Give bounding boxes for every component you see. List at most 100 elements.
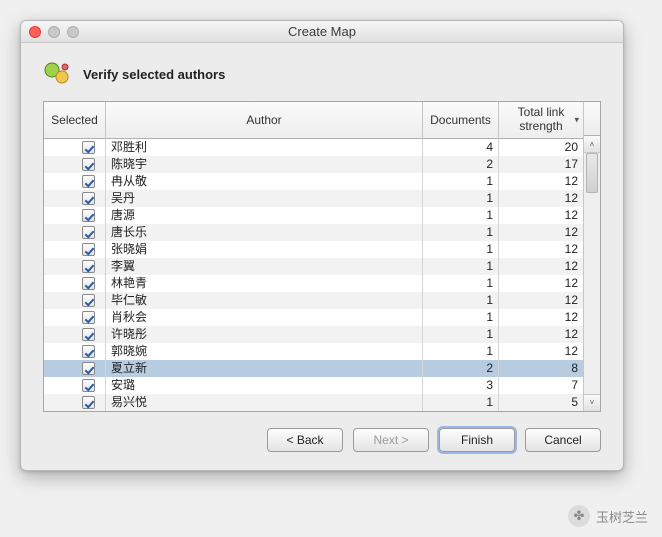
cell-author: 张晓娟: [106, 241, 423, 258]
window-title: Create Map: [21, 24, 623, 39]
table-row[interactable]: 夏立新28: [44, 360, 583, 377]
cell-total-link-strength: 12: [499, 326, 583, 343]
table-row[interactable]: 张晓娟112: [44, 241, 583, 258]
cell-selected: [44, 241, 106, 258]
cell-total-link-strength: 12: [499, 241, 583, 258]
finish-button[interactable]: Finish: [439, 428, 515, 452]
watermark-text: 玉树芝兰: [596, 507, 648, 526]
checkbox[interactable]: [82, 243, 95, 256]
cell-selected: [44, 377, 106, 394]
cell-author: 吴丹: [106, 190, 423, 207]
scrollbar-track[interactable]: [584, 153, 600, 394]
watermark: ✤ 玉树芝兰: [568, 505, 648, 527]
cell-documents: 1: [423, 292, 499, 309]
table-row[interactable]: 吴丹112: [44, 190, 583, 207]
cell-author: 李翼: [106, 258, 423, 275]
step-heading: Verify selected authors: [43, 57, 601, 101]
table-row[interactable]: 林艳青112: [44, 275, 583, 292]
checkbox[interactable]: [82, 260, 95, 273]
table-row[interactable]: 郭晓婉112: [44, 343, 583, 360]
cell-author: 易兴悦: [106, 394, 423, 411]
table-row[interactable]: 冉从敬112: [44, 173, 583, 190]
cell-author: 冉从敬: [106, 173, 423, 190]
cell-total-link-strength: 8: [499, 360, 583, 377]
cell-selected: [44, 394, 106, 411]
cell-total-link-strength: 7: [499, 377, 583, 394]
cell-selected: [44, 360, 106, 377]
step-title: Verify selected authors: [83, 67, 225, 82]
scroll-down-button[interactable]: ˅: [584, 394, 600, 411]
checkbox[interactable]: [82, 379, 95, 392]
cell-total-link-strength: 12: [499, 224, 583, 241]
checkbox[interactable]: [82, 328, 95, 341]
cell-documents: 2: [423, 360, 499, 377]
table-row[interactable]: 许晓彤112: [44, 326, 583, 343]
cell-author: 林艳青: [106, 275, 423, 292]
cell-documents: 1: [423, 343, 499, 360]
checkbox[interactable]: [82, 396, 95, 409]
cell-author: 许晓彤: [106, 326, 423, 343]
checkbox[interactable]: [82, 311, 95, 324]
col-tls-label: Total link strength: [518, 106, 565, 134]
table-row[interactable]: 毕仁敏112: [44, 292, 583, 309]
cell-documents: 4: [423, 139, 499, 156]
cell-total-link-strength: 17: [499, 156, 583, 173]
checkbox[interactable]: [82, 158, 95, 171]
dialog-window: Create Map Verify selected authors Selec…: [20, 20, 624, 471]
col-total-link-strength[interactable]: Total link strength ▾: [499, 102, 583, 139]
cell-documents: 1: [423, 207, 499, 224]
cell-selected: [44, 292, 106, 309]
checkbox[interactable]: [82, 141, 95, 154]
col-selected[interactable]: Selected: [44, 102, 106, 139]
checkbox[interactable]: [82, 175, 95, 188]
vertical-scrollbar[interactable]: ˄ ˅: [583, 102, 600, 411]
cell-total-link-strength: 12: [499, 343, 583, 360]
table-body: 邓胜利420陈晓宇217冉从敬112吴丹112唐源112唐长乐112张晓娟112…: [44, 139, 583, 411]
cell-documents: 3: [423, 377, 499, 394]
table-header: Selected Author Documents Total link str…: [44, 102, 583, 139]
cell-selected: [44, 173, 106, 190]
scrollbar-header-spacer: [584, 102, 600, 136]
table-row[interactable]: 易兴悦15: [44, 394, 583, 411]
scrollbar-thumb[interactable]: [586, 153, 598, 193]
checkbox[interactable]: [82, 209, 95, 222]
cell-author: 唐长乐: [106, 224, 423, 241]
cell-documents: 1: [423, 394, 499, 411]
checkbox[interactable]: [82, 226, 95, 239]
cell-documents: 1: [423, 190, 499, 207]
wizard-buttons: < Back Next > Finish Cancel: [43, 412, 601, 452]
table-row[interactable]: 肖秋会112: [44, 309, 583, 326]
table-row[interactable]: 唐长乐112: [44, 224, 583, 241]
cell-documents: 1: [423, 326, 499, 343]
wizard-step-icon: [43, 61, 73, 87]
table-row[interactable]: 李翼112: [44, 258, 583, 275]
cell-documents: 1: [423, 309, 499, 326]
cancel-button[interactable]: Cancel: [525, 428, 601, 452]
cell-documents: 1: [423, 173, 499, 190]
checkbox[interactable]: [82, 192, 95, 205]
col-documents[interactable]: Documents: [423, 102, 499, 139]
authors-table: Selected Author Documents Total link str…: [43, 101, 601, 412]
cell-author: 陈晓宇: [106, 156, 423, 173]
next-button: Next >: [353, 428, 429, 452]
back-button[interactable]: < Back: [267, 428, 343, 452]
checkbox[interactable]: [82, 277, 95, 290]
cell-total-link-strength: 20: [499, 139, 583, 156]
sort-indicator-icon: ▾: [574, 114, 579, 125]
cell-total-link-strength: 12: [499, 207, 583, 224]
cell-author: 邓胜利: [106, 139, 423, 156]
table-row[interactable]: 唐源112: [44, 207, 583, 224]
scroll-up-button[interactable]: ˄: [584, 136, 600, 153]
table-row[interactable]: 陈晓宇217: [44, 156, 583, 173]
checkbox[interactable]: [82, 294, 95, 307]
checkbox[interactable]: [82, 345, 95, 358]
cell-author: 毕仁敏: [106, 292, 423, 309]
col-author[interactable]: Author: [106, 102, 423, 139]
table-row[interactable]: 安璐37: [44, 377, 583, 394]
cell-total-link-strength: 12: [499, 173, 583, 190]
cell-selected: [44, 207, 106, 224]
cell-selected: [44, 224, 106, 241]
checkbox[interactable]: [82, 362, 95, 375]
cell-selected: [44, 156, 106, 173]
table-row[interactable]: 邓胜利420: [44, 139, 583, 156]
